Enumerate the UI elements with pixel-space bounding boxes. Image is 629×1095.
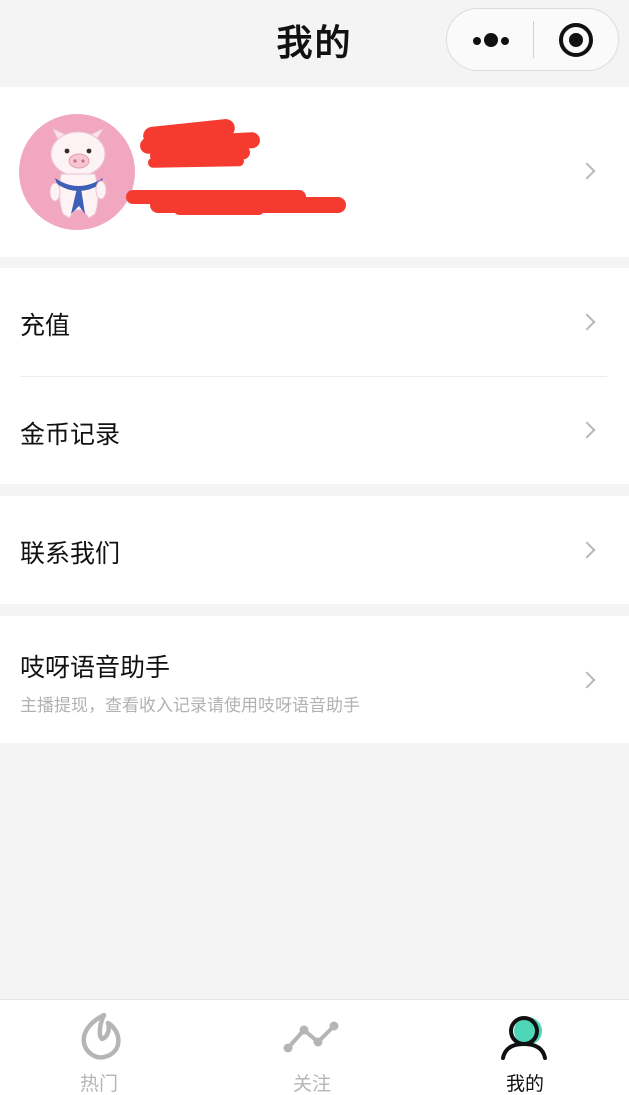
capsule-menu [446, 8, 619, 71]
chevron-right-icon [578, 421, 596, 439]
trend-line-icon [283, 1021, 339, 1053]
menu-item-coin-records[interactable]: 金币记录 [0, 377, 629, 484]
chevron-right-icon [578, 541, 596, 559]
menu-item-label: 金币记录 [20, 420, 121, 449]
menu-item-recharge[interactable]: 充值 [0, 268, 629, 376]
tab-bar: 热门 关注 我的 [0, 999, 629, 1095]
more-dots-icon[interactable] [447, 9, 533, 70]
menu-item-label: 联系我们 [20, 539, 121, 568]
tab-following[interactable]: 关注 [242, 1000, 382, 1095]
tab-mine[interactable]: 我的 [455, 1000, 595, 1095]
tab-label: 关注 [292, 1073, 331, 1095]
target-close-icon[interactable] [534, 9, 620, 70]
menu-item-voice-assistant[interactable]: 吱呀语音助手 主播提现，查看收入记录请使用吱呀语音助手 [0, 616, 629, 743]
pig-avatar [49, 126, 107, 219]
tab-hot[interactable]: 热门 [29, 1000, 169, 1095]
menu-item-subtitle: 主播提现，查看收入记录请使用吱呀语音助手 [20, 696, 360, 716]
chevron-right-icon [578, 162, 596, 180]
menu-item-contact-us[interactable]: 联系我们 [0, 496, 629, 604]
avatar[interactable] [19, 114, 135, 230]
menu-item-label: 吱呀语音助手 [20, 653, 171, 682]
navigation-bar: 我的 [0, 0, 629, 87]
profile-card[interactable] [0, 87, 629, 257]
tab-label: 热门 [79, 1073, 118, 1095]
menu-group-wallet: 充值 金币记录 [0, 268, 629, 484]
tab-label: 我的 [505, 1073, 544, 1095]
user-icon [501, 1016, 547, 1060]
chevron-right-icon [578, 671, 596, 689]
menu-item-label: 充值 [20, 311, 71, 340]
flame-icon [81, 1012, 121, 1060]
chevron-right-icon [578, 313, 596, 331]
